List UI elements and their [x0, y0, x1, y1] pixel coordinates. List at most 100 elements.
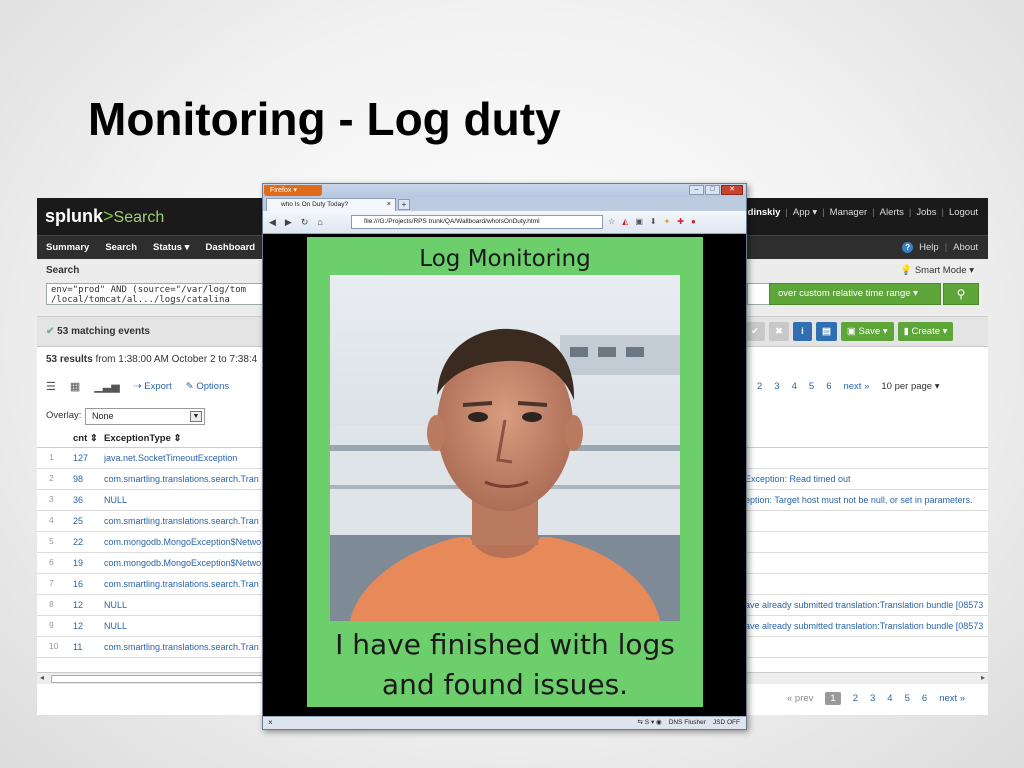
nav-search[interactable]: Search: [105, 242, 137, 253]
forward-icon[interactable]: ▶: [285, 217, 292, 228]
page-link[interactable]: 4: [792, 381, 797, 392]
row-count[interactable]: 22: [73, 537, 83, 547]
page-link[interactable]: 3: [870, 693, 875, 704]
row-count[interactable]: 11: [73, 642, 82, 652]
row-exception-type[interactable]: java.net.SocketTimeoutException: [104, 453, 237, 463]
close-addon-bar-icon[interactable]: ×: [268, 717, 273, 729]
row-message[interactable]: Exception: Read timed out: [745, 474, 851, 484]
reload-icon[interactable]: ↻: [301, 217, 309, 228]
scroll-left-icon[interactable]: ◂: [40, 673, 44, 682]
row-message[interactable]: ave already submitted translation:Transl…: [745, 600, 983, 610]
minimize-button[interactable]: –: [689, 185, 704, 195]
row-exception-type[interactable]: com.smartling.translations.search.Tran: [104, 516, 259, 526]
scroll-thumb[interactable]: [51, 675, 281, 683]
row-count[interactable]: 12: [73, 600, 83, 610]
per-page-dropdown[interactable]: 10 per page ▾: [881, 381, 939, 392]
addon-icon[interactable]: ✦: [664, 217, 671, 226]
extension-icon[interactable]: ✚: [677, 217, 684, 226]
cancel-button[interactable]: ✖: [768, 322, 789, 341]
row-number: 2: [49, 473, 54, 483]
next-link[interactable]: next »: [843, 381, 869, 392]
page-link[interactable]: 5: [809, 381, 814, 392]
new-tab-button[interactable]: +: [398, 199, 410, 210]
page-link[interactable]: 2: [757, 381, 762, 392]
row-exception-type[interactable]: NULL: [104, 621, 127, 631]
row-exception-type[interactable]: com.smartling.translations.search.Tran: [104, 642, 259, 652]
column-exception-type[interactable]: ExceptionType ⇕: [104, 433, 181, 444]
column-cnt[interactable]: cnt ⇕: [73, 433, 98, 444]
save-button[interactable]: ▣ Save ▾: [840, 322, 894, 341]
results-count: 53 results: [46, 354, 93, 365]
home-icon[interactable]: ⌂: [317, 217, 322, 228]
user-name[interactable]: udinskiy: [742, 207, 781, 218]
list-view-icon[interactable]: ☰: [46, 380, 56, 393]
logo-text: splunk: [45, 206, 104, 226]
chart-view-icon[interactable]: ▁▃▅: [94, 380, 119, 393]
row-count[interactable]: 36: [73, 495, 83, 505]
table-view-icon[interactable]: ▦: [70, 380, 80, 393]
maximize-button[interactable]: □: [705, 185, 720, 195]
nav-dashboards[interactable]: Dashboard: [205, 242, 255, 253]
row-count[interactable]: 127: [73, 453, 88, 463]
help-link[interactable]: Help: [919, 242, 939, 253]
logout-link[interactable]: Logout: [949, 207, 978, 218]
close-window-button[interactable]: ✕: [721, 185, 743, 195]
close-tab-icon[interactable]: ×: [387, 199, 391, 211]
export-link[interactable]: ⇢ Export: [134, 381, 172, 392]
row-exception-type[interactable]: NULL: [104, 600, 127, 610]
finalize-button[interactable]: ✔: [745, 322, 765, 341]
page-link[interactable]: 4: [887, 693, 892, 704]
bookmark-star-icon[interactable]: ☆: [608, 217, 615, 226]
alerts-link[interactable]: Alerts: [880, 207, 904, 218]
page-link[interactable]: 6: [922, 693, 927, 704]
row-count[interactable]: 98: [73, 474, 83, 484]
jsd-status[interactable]: JSD OFF: [713, 717, 740, 729]
firefox-menu-button[interactable]: Firefox ▾: [264, 185, 322, 196]
row-count[interactable]: 19: [73, 558, 83, 568]
row-message[interactable]: ave already submitted translation:Transl…: [745, 621, 983, 631]
page-link[interactable]: 3: [774, 381, 779, 392]
page-menu-icon[interactable]: ▣: [635, 217, 643, 226]
stop-icon[interactable]: ●: [691, 217, 696, 226]
browser-tab[interactable]: who Is On Duty Today? ×: [266, 198, 396, 211]
page-link[interactable]: 5: [905, 693, 910, 704]
page-link[interactable]: 6: [826, 381, 831, 392]
search-button[interactable]: ⚲: [943, 283, 979, 305]
nav-status[interactable]: Status ▾: [153, 242, 189, 253]
row-exception-type[interactable]: NULL: [104, 495, 127, 505]
smart-mode-dropdown[interactable]: 💡 Smart Mode ▾: [900, 265, 974, 276]
row-exception-type[interactable]: com.smartling.translations.search.Tran: [104, 474, 259, 484]
status-icons[interactable]: ⇆ S ▾ ◉: [638, 717, 662, 729]
about-link[interactable]: About: [953, 242, 978, 253]
firefox-title-bar: Firefox ▾ – □ ✕: [263, 184, 746, 197]
manager-link[interactable]: Manager: [830, 207, 868, 218]
row-exception-type[interactable]: com.mongodb.MongoException$Netwo: [104, 537, 261, 547]
options-link[interactable]: ✎ Options: [186, 381, 229, 392]
page-link[interactable]: 2: [853, 693, 858, 704]
splunk-logo[interactable]: splunk>Search: [45, 206, 164, 227]
print-button[interactable]: ▤: [815, 322, 837, 341]
info-button[interactable]: i: [792, 322, 812, 341]
chart-icon: ▮: [903, 326, 909, 337]
jobs-link[interactable]: Jobs: [916, 207, 936, 218]
row-count[interactable]: 25: [73, 516, 83, 526]
scroll-right-icon[interactable]: ▸: [981, 673, 985, 682]
dns-flusher[interactable]: DNS Flusher: [669, 717, 706, 729]
prev-link[interactable]: « prev: [787, 693, 813, 704]
row-count[interactable]: 16: [73, 579, 83, 589]
app-menu[interactable]: App ▾: [793, 207, 817, 218]
row-exception-type[interactable]: com.smartling.translations.search.Tran: [104, 579, 259, 589]
row-exception-type[interactable]: com.mongodb.MongoException$Netwo: [104, 558, 261, 568]
create-button[interactable]: ▮ Create ▾: [897, 322, 954, 341]
url-bar[interactable]: file:///G:/Projects/RPS trunk/QA/Wallboa…: [351, 215, 603, 229]
download-icon[interactable]: ⬇: [650, 217, 657, 226]
overlay-select[interactable]: None ▼: [85, 408, 205, 425]
nav-summary[interactable]: Summary: [46, 242, 89, 253]
row-count[interactable]: 12: [73, 621, 83, 631]
search-query-input[interactable]: env="prod" AND (source="/var/log/tom /lo…: [46, 283, 296, 305]
time-range-picker[interactable]: over custom relative time range ▾: [769, 283, 941, 305]
row-message[interactable]: eption: Target host must not be null, or…: [745, 495, 972, 505]
back-icon[interactable]: ◀: [269, 217, 276, 228]
pdf-icon[interactable]: ◭: [622, 217, 628, 226]
next-link[interactable]: next »: [939, 693, 965, 704]
